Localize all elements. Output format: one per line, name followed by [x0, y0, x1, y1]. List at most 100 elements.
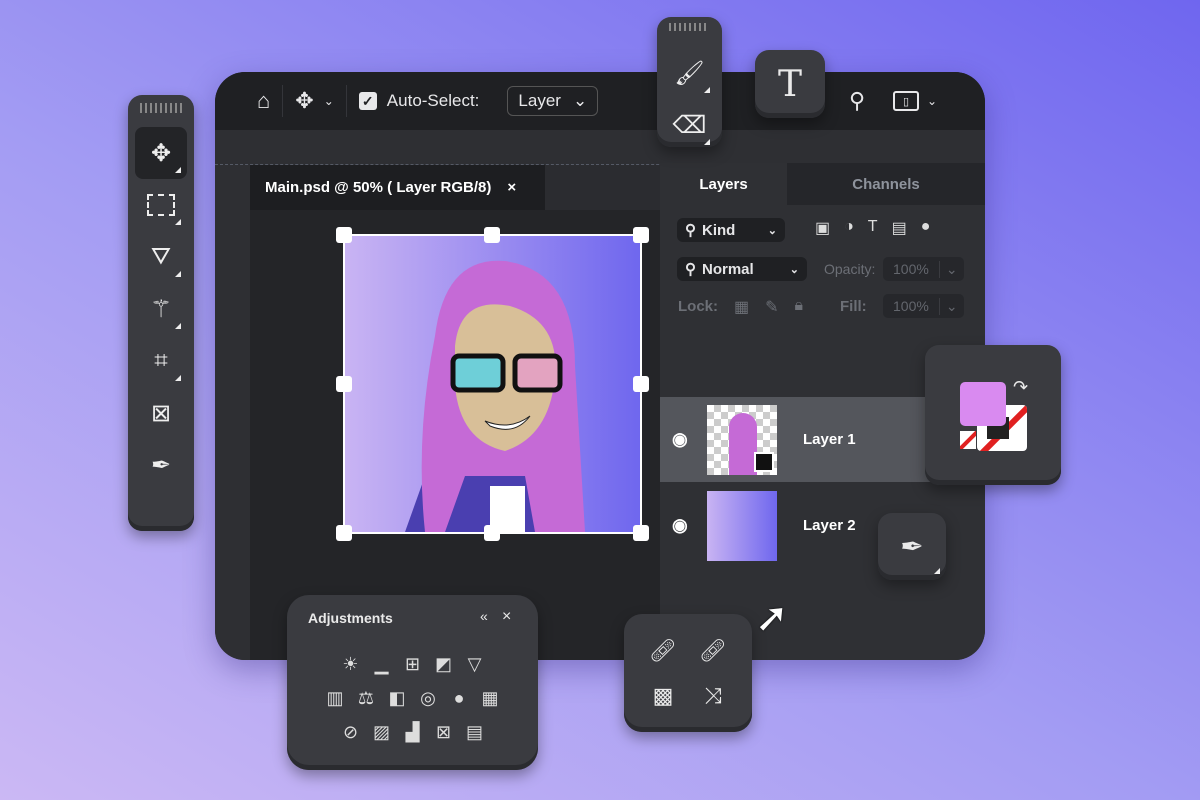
transform-handle[interactable] — [633, 376, 649, 392]
photo-filter-icon[interactable]: ◎ — [417, 687, 439, 709]
opacity-label: Opacity: — [824, 261, 876, 277]
frame-tool-icon[interactable]: ⊠ — [135, 387, 187, 439]
magic-wand-tool-icon[interactable]: ⚚ — [135, 283, 187, 335]
search-icon: ⚲ — [685, 261, 696, 278]
horizontal-ruler — [215, 130, 985, 165]
color-balance-icon[interactable]: ⚖ — [355, 687, 377, 709]
layer-thumbnail — [707, 490, 777, 561]
invert-icon[interactable]: ⊘ — [340, 721, 362, 743]
color-lookup-icon[interactable]: ▦ — [479, 687, 501, 709]
type-tool-button[interactable]: T — [755, 50, 825, 118]
adjustment-filter-icon[interactable]: ◑ — [844, 218, 854, 238]
healing-brush-icon[interactable]: 🖌︎ — [664, 47, 716, 99]
fill-label: Fill: — [840, 298, 867, 315]
move-icon[interactable]: ✥ — [295, 88, 313, 114]
workspace-icon[interactable]: ▯ — [893, 91, 919, 111]
lock-icon[interactable]: 🔒︎ — [795, 297, 804, 317]
opacity-field[interactable]: 100% ⌄ — [883, 257, 964, 281]
transform-handle[interactable] — [336, 376, 352, 392]
tools-panel: ✥ ⛛ ⚚ ⌗ ⊠ ✒ — [128, 95, 194, 531]
layer-name: Layer 1 — [803, 431, 856, 448]
kind-label: Kind — [702, 221, 736, 239]
adjustments-panel: Adjustments « × ☀ ▁ ⊞ ◩ ▽ ▥ ⚖ ◧ ◎ ● ▦ ⊘ ▨ ▟ ⊠ ▤ — [287, 595, 538, 770]
artwork-image[interactable] — [336, 227, 649, 541]
fill-field[interactable]: 100% ⌄ — [883, 294, 964, 318]
drag-handle[interactable] — [669, 23, 709, 31]
eraser-icon[interactable]: ⌫ — [664, 99, 716, 151]
content-aware-move-icon[interactable]: ⤨ — [704, 683, 722, 709]
filter-toggle[interactable]: ● — [921, 218, 931, 238]
collapse-icon[interactable]: « — [480, 608, 488, 624]
layer-select[interactable]: Layer ⌄ — [507, 86, 599, 116]
divider — [345, 85, 347, 117]
pen-tool-button[interactable]: ✒ — [878, 513, 946, 580]
lock-paint-icon[interactable]: ✎ — [765, 297, 778, 317]
swap-colors-icon[interactable]: ↷ — [1013, 377, 1028, 398]
hue-saturation-icon[interactable]: ▥ — [324, 687, 346, 709]
posterize-icon[interactable]: ▨ — [371, 721, 393, 743]
chevron-down-icon: ⌄ — [572, 91, 588, 110]
auto-select-checkbox[interactable]: ✓ — [358, 92, 377, 110]
search-icon[interactable]: ⚲ — [849, 88, 865, 114]
channel-mixer-icon[interactable]: ● — [448, 687, 470, 709]
tab-layers[interactable]: Layers — [660, 163, 787, 205]
healing-brush-icon[interactable]: 🩹︎ — [699, 638, 727, 664]
vertical-ruler — [215, 165, 250, 660]
move-tool-icon[interactable]: ✥ — [135, 127, 187, 179]
spot-healing-brush-icon[interactable]: 🩹︎ — [649, 638, 677, 664]
transform-handle[interactable] — [336, 525, 352, 541]
foreground-color-swatch[interactable] — [960, 382, 1006, 426]
adjustments-title: Adjustments — [308, 610, 393, 626]
chevron-down-icon[interactable]: ⌄ — [324, 94, 334, 108]
transform-handle[interactable] — [484, 525, 500, 541]
threshold-icon[interactable]: ▟ — [402, 721, 424, 743]
drag-handle[interactable] — [140, 103, 182, 113]
brush-eraser-panel: 🖌︎ ⌫ — [657, 17, 722, 147]
marquee-tool-icon[interactable] — [135, 179, 187, 231]
selective-color-icon[interactable]: ⊠ — [433, 721, 455, 743]
divider — [282, 85, 284, 117]
default-colors-icon[interactable] — [960, 431, 976, 449]
photoshop-window: ⌂ ✥ ⌄ ✓ Auto-Select: Layer ⌄ ⚲ ▯ ⌄ Main.p… — [215, 72, 985, 660]
healing-tools-panel: 🩹︎ 🩹︎ ▩ ⤨ — [624, 614, 752, 732]
crop-tool-icon[interactable]: ⌗ — [135, 335, 187, 387]
smart-object-filter-icon[interactable]: ▤ — [892, 218, 907, 238]
close-icon[interactable]: × — [502, 608, 511, 626]
auto-select-label: Auto-Select: — [386, 91, 480, 110]
brightness-icon[interactable]: ☀ — [340, 653, 362, 675]
chevron-down-icon[interactable]: ⌄ — [927, 94, 937, 108]
eyedropper-tool-icon[interactable]: ✒ — [135, 439, 187, 491]
levels-icon[interactable]: ▁ — [371, 653, 393, 675]
eye-icon[interactable]: ◉ — [672, 429, 688, 450]
color-swatch-widget: ↷ — [925, 345, 1061, 485]
type-filter-icon[interactable]: T — [868, 218, 878, 238]
transform-handle[interactable] — [484, 227, 500, 243]
lock-transparency-icon[interactable]: ▦ — [734, 297, 749, 317]
tab-channels[interactable]: Channels — [787, 163, 985, 205]
vibrance-icon[interactable]: ▽ — [464, 653, 486, 675]
chevron-down-icon[interactable]: ⌄ — [938, 297, 964, 315]
blend-mode-select[interactable]: ⚲ Normal ⌄ — [677, 257, 807, 281]
smart-object-badge-icon — [754, 451, 774, 472]
eye-icon[interactable]: ◉ — [672, 515, 688, 536]
image-filter-icon[interactable]: ▣ — [815, 218, 830, 238]
close-tab-icon[interactable]: × — [507, 179, 516, 196]
canvas-area[interactable] — [250, 210, 660, 660]
lasso-tool-icon[interactable]: ⛛ — [135, 231, 187, 283]
chevron-down-icon[interactable]: ⌄ — [938, 260, 964, 278]
content-aware-icon[interactable]: ▩ — [653, 683, 674, 709]
layer-name: Layer 2 — [803, 517, 856, 534]
transform-handle[interactable] — [633, 227, 649, 243]
curves-icon[interactable]: ⊞ — [402, 653, 424, 675]
options-bar: ⌂ ✥ ⌄ ✓ Auto-Select: Layer ⌄ ⚲ ▯ ⌄ — [215, 72, 985, 130]
exposure-icon[interactable]: ◩ — [433, 653, 455, 675]
document-tab[interactable]: Main.psd @ 50% ( Layer RGB/8) × — [250, 165, 545, 210]
black-white-icon[interactable]: ◧ — [386, 687, 408, 709]
transform-handle[interactable] — [336, 227, 352, 243]
kind-filter[interactable]: ⚲ Kind ⌄ — [677, 218, 785, 242]
transform-handle[interactable] — [633, 525, 649, 541]
home-icon[interactable]: ⌂ — [257, 88, 270, 114]
blend-mode-value: Normal — [702, 260, 754, 278]
pen-tool-icon: ✒ — [900, 531, 924, 562]
gradient-map-icon[interactable]: ▤ — [464, 721, 486, 743]
